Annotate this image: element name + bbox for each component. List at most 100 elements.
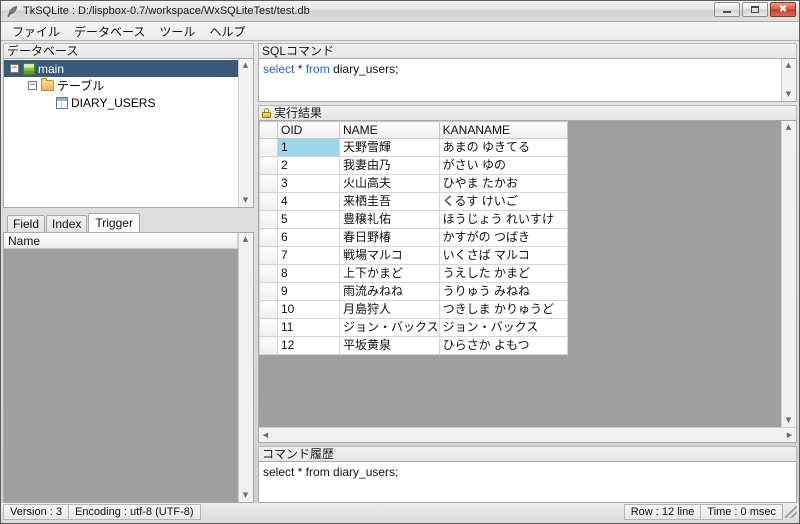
cell-oid[interactable]: 3: [277, 174, 340, 193]
table-row[interactable]: 6 春日野椿 かすがの つばき: [259, 228, 568, 247]
column-header-name[interactable]: Name: [4, 233, 238, 248]
scroll-down-icon[interactable]: ▼: [782, 88, 795, 101]
cell-name[interactable]: 春日野椿: [339, 228, 440, 247]
scroll-up-icon[interactable]: ▲: [782, 121, 795, 134]
table-row[interactable]: 2 我妻由乃 がさい ゆの: [259, 156, 568, 175]
cell-oid[interactable]: 2: [277, 156, 340, 175]
cell-kananame[interactable]: ほうじょう れいすけ: [438, 210, 568, 229]
cell-name[interactable]: 我妻由乃: [339, 156, 440, 175]
table-row[interactable]: 5 豊穣礼佑 ほうじょう れいすけ: [259, 210, 568, 229]
row-header[interactable]: [259, 228, 278, 247]
trigger-list-body[interactable]: [4, 249, 238, 502]
cell-name[interactable]: 月島狩人: [339, 300, 440, 319]
row-header[interactable]: [259, 264, 278, 283]
maximize-button[interactable]: [742, 2, 768, 17]
expander-icon[interactable]: −: [10, 64, 19, 73]
cell-name[interactable]: 豊穣礼佑: [339, 210, 440, 229]
cell-kananame[interactable]: ジョン・バックス: [438, 318, 568, 337]
scroll-up-icon[interactable]: ▲: [239, 59, 252, 72]
cell-kananame[interactable]: くるす けいご: [438, 192, 568, 211]
menu-file[interactable]: ファイル: [5, 22, 67, 41]
cell-name[interactable]: ジョン・バックス: [339, 318, 440, 337]
column-header-oid[interactable]: OID: [277, 121, 340, 139]
history-entry[interactable]: select * from diary_users;: [259, 462, 796, 482]
tab-field[interactable]: Field: [7, 215, 46, 232]
cell-name[interactable]: 上下かまど: [339, 264, 440, 283]
row-header[interactable]: [259, 282, 278, 301]
cell-oid[interactable]: 6: [277, 228, 340, 247]
scroll-up-icon[interactable]: ▲: [782, 59, 795, 72]
menu-tools[interactable]: ツール: [152, 22, 202, 41]
row-header[interactable]: [259, 318, 278, 337]
cell-name[interactable]: 平坂黄泉: [339, 336, 440, 355]
database-tree[interactable]: − main − テーブル DIARY_USERS ▲ ▼: [3, 58, 254, 208]
table-row[interactable]: 1 天野雪輝 あまの ゆきてる: [259, 138, 568, 157]
row-header[interactable]: [259, 246, 278, 265]
sql-vertical-scrollbar[interactable]: ▲ ▼: [781, 59, 796, 101]
menu-help[interactable]: ヘルプ: [202, 22, 252, 41]
table-row[interactable]: 11 ジョン・バックス ジョン・バックス: [259, 318, 568, 337]
command-history[interactable]: select * from diary_users;: [258, 461, 797, 503]
scroll-down-icon[interactable]: ▼: [782, 414, 795, 427]
scroll-up-icon[interactable]: ▲: [239, 233, 252, 246]
table-row[interactable]: 10 月島狩人 つきしま かりゅうど: [259, 300, 568, 319]
scroll-down-icon[interactable]: ▼: [239, 194, 252, 207]
tree-item-diary-users[interactable]: DIARY_USERS: [4, 94, 238, 111]
menu-database[interactable]: データベース: [67, 22, 152, 41]
close-button[interactable]: ✖: [770, 2, 796, 17]
cell-name[interactable]: 天野雪輝: [339, 138, 440, 157]
column-header-kananame[interactable]: KANANAME: [438, 121, 568, 139]
cell-oid[interactable]: 7: [277, 246, 340, 265]
cell-oid[interactable]: 12: [277, 336, 340, 355]
expander-icon[interactable]: −: [28, 81, 37, 90]
trigger-vertical-scrollbar[interactable]: ▲ ▼: [238, 233, 253, 502]
row-header[interactable]: [259, 336, 278, 355]
scroll-left-icon[interactable]: ◀: [259, 429, 272, 442]
cell-oid[interactable]: 5: [277, 210, 340, 229]
tree-item-main[interactable]: − main: [4, 60, 238, 77]
tab-index[interactable]: Index: [46, 215, 88, 232]
cell-kananame[interactable]: あまの ゆきてる: [438, 138, 568, 157]
cell-name[interactable]: 戦場マルコ: [339, 246, 440, 265]
resize-grip-icon[interactable]: [785, 506, 797, 518]
cell-kananame[interactable]: がさい ゆの: [438, 156, 568, 175]
tree-item-table-folder[interactable]: − テーブル: [4, 77, 238, 94]
result-table[interactable]: OID NAME KANANAME 1 天野雪輝 あまの ゆきてる 2 我妻由乃…: [259, 121, 568, 355]
column-header-name[interactable]: NAME: [339, 121, 440, 139]
cell-kananame[interactable]: かすがの つばき: [438, 228, 568, 247]
row-header[interactable]: [259, 210, 278, 229]
tab-trigger[interactable]: Trigger: [88, 213, 140, 232]
cell-oid[interactable]: 10: [277, 300, 340, 319]
cell-oid[interactable]: 4: [277, 192, 340, 211]
table-row[interactable]: 7 戦場マルコ いくさば マルコ: [259, 246, 568, 265]
cell-kananame[interactable]: つきしま かりゅうど: [438, 300, 568, 319]
cell-oid[interactable]: 8: [277, 264, 340, 283]
result-grid-area[interactable]: OID NAME KANANAME 1 天野雪輝 あまの ゆきてる 2 我妻由乃…: [259, 121, 781, 427]
cell-kananame[interactable]: ひらさか よもつ: [438, 336, 568, 355]
cell-kananame[interactable]: うりゅう みねね: [438, 282, 568, 301]
row-header[interactable]: [259, 174, 278, 193]
cell-oid[interactable]: 1: [277, 138, 340, 157]
cell-name[interactable]: 火山高夫: [339, 174, 440, 193]
scroll-right-icon[interactable]: ▶: [783, 429, 796, 442]
result-horizontal-scrollbar[interactable]: ◀ ▶: [259, 427, 796, 442]
cell-oid[interactable]: 11: [277, 318, 340, 337]
table-row[interactable]: 3 火山高夫 ひやま たかお: [259, 174, 568, 193]
cell-kananame[interactable]: いくさば マルコ: [438, 246, 568, 265]
trigger-list[interactable]: Name ▲ ▼: [3, 232, 254, 503]
sql-editor-text[interactable]: select * from diary_users;: [259, 59, 781, 101]
sql-editor[interactable]: select * from diary_users; ▲ ▼: [258, 58, 797, 102]
table-row[interactable]: 4 来栖圭吾 くるす けいご: [259, 192, 568, 211]
row-header[interactable]: [259, 156, 278, 175]
cell-name[interactable]: 来栖圭吾: [339, 192, 440, 211]
minimize-button[interactable]: [714, 2, 740, 17]
cell-kananame[interactable]: ひやま たかお: [438, 174, 568, 193]
table-row[interactable]: 8 上下かまど うえした かまど: [259, 264, 568, 283]
scroll-down-icon[interactable]: ▼: [239, 489, 252, 502]
cell-kananame[interactable]: うえした かまど: [438, 264, 568, 283]
row-header[interactable]: [259, 138, 278, 157]
result-vertical-scrollbar[interactable]: ▲ ▼: [781, 121, 796, 427]
table-row[interactable]: 12 平坂黄泉 ひらさか よもつ: [259, 336, 568, 355]
cell-oid[interactable]: 9: [277, 282, 340, 301]
table-row[interactable]: 9 雨流みねね うりゅう みねね: [259, 282, 568, 301]
